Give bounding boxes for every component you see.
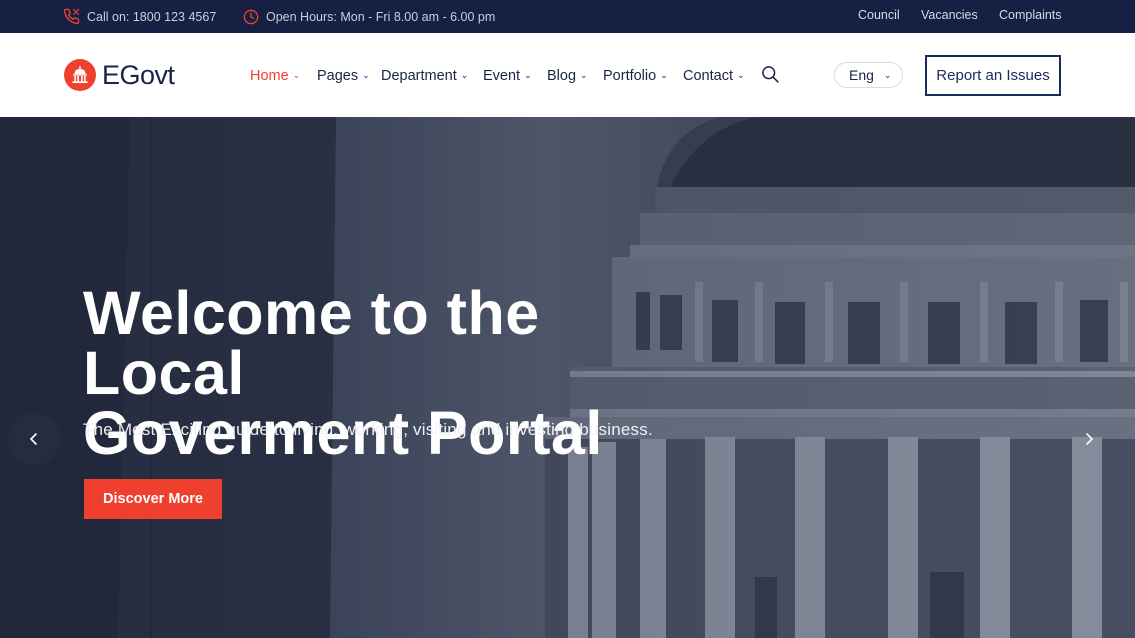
chevron-down-icon: ⌄ [736,70,745,80]
phone-icon [63,8,80,25]
nav-item-home[interactable]: Home ⌄ [250,33,300,117]
nav-item-department[interactable]: Department ⌄ [381,33,468,117]
chevron-down-icon: ⌄ [460,70,469,80]
chevron-down-icon: ⌄ [524,70,532,80]
nav-label: Portfolio [603,68,657,84]
hours-text: Open Hours: Mon - Fri 8.00 am - 6.00 pm [266,9,496,24]
nav-label: Department [381,68,457,84]
top-bar: Call on: 1800 123 4567 Open Hours: Mon -… [0,0,1135,33]
chevron-down-icon: ⌄ [292,70,301,80]
logo-text: EGovt [102,59,175,90]
main-header: EGovt Home ⌄ Pages ⌄ Department ⌄ Event ⌄ Bl… [0,33,1135,117]
phone-info: Call on: 1800 123 4567 [63,0,216,33]
chevron-down-icon: ⌄ [883,69,892,80]
language-select[interactable]: Eng ⌄ [834,62,903,88]
discover-more-button[interactable]: Discover More [84,479,222,519]
nav-label: Event [483,68,521,84]
language-value: Eng [849,67,874,83]
nav-item-portfolio[interactable]: Portfolio ⌄ [603,33,668,117]
nav-item-pages[interactable]: Pages ⌄ [317,33,370,117]
complaints-link[interactable]: Complaints [999,0,1062,33]
clock-icon [243,9,259,25]
chevron-down-icon: ⌄ [580,70,588,80]
nav-label: Home [250,68,289,84]
site-logo[interactable]: EGovt [64,59,175,91]
capitol-logo-icon [64,59,96,91]
nav-label: Contact [683,68,733,84]
council-link[interactable]: Council [858,0,900,33]
vacancies-link[interactable]: Vacancies [921,0,978,33]
hero-slider: Welcome to the Local Goverment Portal Th… [0,117,1135,638]
nav-item-contact[interactable]: Contact ⌄ [683,33,745,117]
search-icon[interactable] [760,64,780,84]
nav-label: Pages [317,68,359,84]
nav-label: Blog [547,68,577,84]
hero-subtitle: The Most Exciting guide to living, worki… [83,420,653,439]
phone-text: Call on: 1800 123 4567 [87,9,217,24]
chevron-right-icon[interactable] [1063,413,1115,465]
report-issue-button[interactable]: Report an Issues [925,55,1061,96]
hero-title-line1: Welcome to the Local [83,279,540,407]
nav-item-event[interactable]: Event ⌄ [483,33,532,117]
chevron-left-icon[interactable] [8,413,60,465]
nav-item-blog[interactable]: Blog ⌄ [547,33,588,117]
chevron-down-icon: ⌄ [660,70,668,80]
hours-info: Open Hours: Mon - Fri 8.00 am - 6.00 pm [243,0,495,33]
chevron-down-icon: ⌄ [362,70,370,80]
